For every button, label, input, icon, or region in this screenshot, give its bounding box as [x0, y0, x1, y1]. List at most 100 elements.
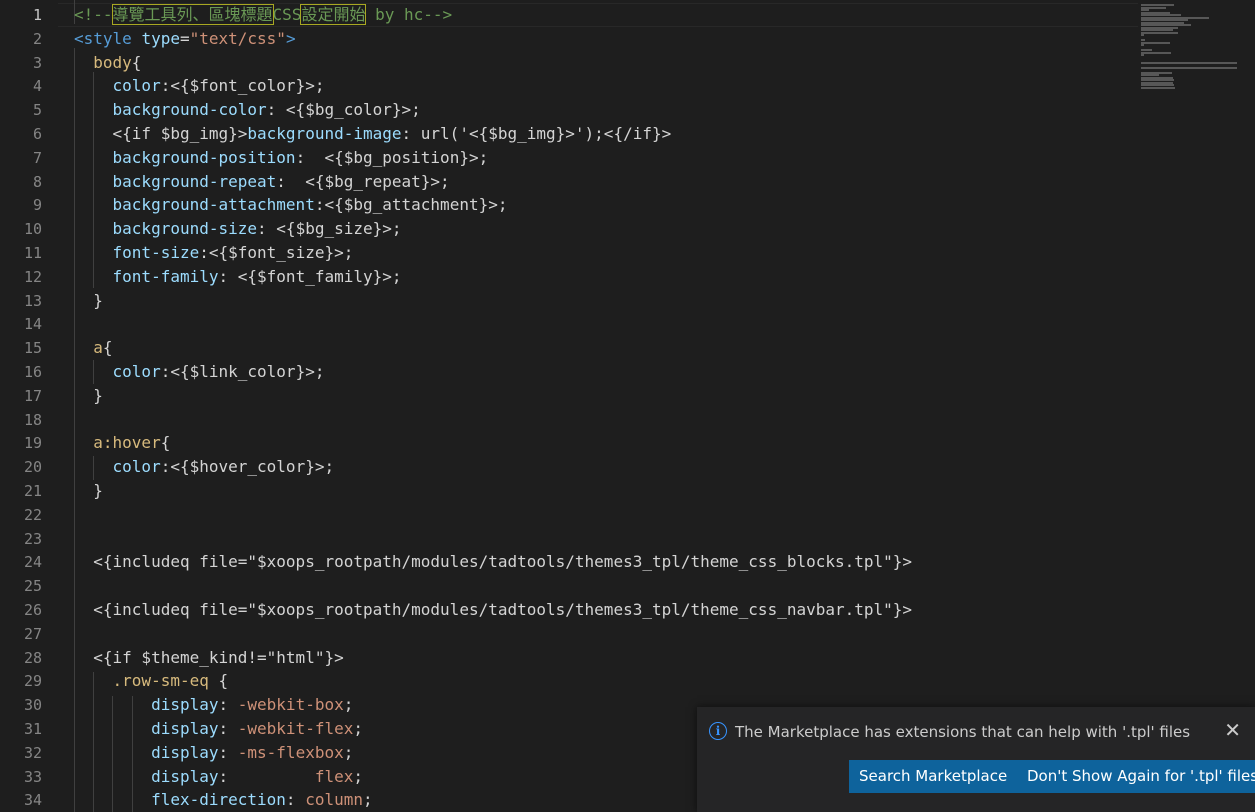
line-number: 13 [23, 291, 42, 310]
line-number: 30 [23, 696, 42, 715]
code-line[interactable]: <{includeq file="$xoops_rootpath/modules… [74, 598, 912, 622]
line-number: 16 [23, 363, 42, 381]
line-number: 10 [23, 220, 42, 239]
code-line[interactable]: background-size: <{$bg_size}>; [74, 217, 402, 241]
code-token: display [151, 719, 219, 738]
code-token: : url('<{$bg_img}>');<{/if}> [401, 124, 672, 143]
code-token: background-size [112, 219, 258, 239]
code-token: display [151, 695, 219, 715]
code-line[interactable]: color:<{$font_color}>; [74, 74, 325, 98]
code-token: <{if $bg_img}> [74, 124, 248, 143]
code-line[interactable]: <{if $theme_kind!="html"}> [74, 646, 344, 670]
code-token: <style [74, 28, 132, 48]
code-line[interactable]: color:<{$hover_color}>; [74, 455, 335, 479]
line-number: 21 [23, 482, 42, 500]
line-number: 19 [23, 434, 42, 453]
line-number: 9 [32, 196, 42, 215]
code-editor[interactable]: 1 2 3 4 5 6 7 8 9 10 11 12 13 14 15 16 17 18 19 20 21 22 23 24 2… [0, 0, 1255, 812]
code-token: { [131, 52, 142, 72]
search-marketplace-button[interactable]: Search Marketplace [849, 760, 1018, 793]
code-token: font-size [112, 243, 200, 262]
code-line[interactable]: color:<{$link_color}>; [74, 360, 325, 384]
minimap-line [1141, 31, 1179, 34]
code-line[interactable]: } [74, 384, 103, 408]
code-token: font-family [112, 266, 219, 286]
line-number: 14 [23, 315, 42, 334]
line-number: 34 [23, 791, 42, 810]
code-line[interactable]: } [74, 479, 103, 503]
code-line[interactable]: .row-sm-eq { [74, 669, 229, 693]
code-token: <{if $theme_kind!="html"}> [74, 647, 344, 667]
code-line[interactable]: body{ [74, 51, 141, 75]
code-line[interactable]: display: -ms-flexbox; [74, 741, 353, 765]
code-token: : <{$bg_repeat}>; [276, 171, 450, 191]
code-line[interactable]: a:hover{ [74, 431, 170, 455]
code-line[interactable]: display: -webkit-box; [74, 693, 353, 717]
code-token: column [305, 790, 363, 810]
line-number: 6 [32, 125, 42, 143]
minimap-line [1141, 34, 1145, 36]
code-area[interactable]: <!--導覽工具列、區塊標題CSS設定開始 by hc--> <style typ… [74, 0, 1135, 812]
code-token: } [74, 481, 103, 500]
code-token: a:hover [93, 433, 161, 453]
code-token: { [208, 671, 229, 691]
line-number: 1 [32, 6, 42, 24]
line-number: 2 [32, 29, 42, 48]
code-token: 導覽工具列、區塊標題 [111, 4, 274, 25]
code-token: : <{$font_family}>; [218, 266, 402, 286]
minimap-line [1141, 66, 1237, 69]
minimap-line [1141, 61, 1237, 64]
code-line[interactable]: font-family: <{$font_family}>; [74, 265, 402, 289]
code-line[interactable]: font-size:<{$font_size}>; [74, 241, 354, 265]
line-number: 26 [23, 601, 42, 619]
code-token: -webkit-flex [237, 719, 354, 738]
code-token: color [112, 76, 161, 96]
code-token: display [151, 742, 219, 762]
code-line[interactable]: flex-direction: column; [74, 788, 373, 812]
code-token: : [218, 695, 238, 715]
code-line[interactable]: <{if $bg_img}>background-image: url('<{$… [74, 122, 672, 146]
code-line[interactable]: a{ [74, 336, 112, 360]
code-line[interactable]: background-repeat: <{$bg_repeat}>; [74, 170, 450, 194]
dont-show-again-button[interactable]: Don't Show Again for '.tpl' files [1017, 760, 1255, 793]
code-token: <{includeq file="$xoops_rootpath/modules… [74, 600, 913, 619]
code-line[interactable]: background-attachment:<{$bg_attachment}>… [74, 193, 508, 217]
minimap[interactable] [1141, 0, 1247, 92]
line-number: 23 [23, 529, 42, 548]
code-token: by hc--> [365, 5, 453, 24]
code-token: background-position [112, 147, 296, 167]
code-line[interactable]: } [74, 289, 103, 313]
code-line[interactable]: background-color: <{$bg_color}>; [74, 98, 421, 122]
code-line[interactable]: <!--導覽工具列、區塊標題CSS設定開始 by hc--> [74, 3, 452, 27]
code-token: :<{$hover_color}>; [160, 457, 335, 477]
line-number: 12 [23, 267, 42, 286]
code-line[interactable]: display: flex; [74, 765, 363, 789]
code-line[interactable]: display: -webkit-flex; [74, 717, 363, 741]
line-number: 4 [32, 77, 42, 96]
close-icon[interactable]: ✕ [1224, 720, 1241, 740]
code-token: ; [362, 790, 373, 810]
code-line[interactable]: background-position: <{$bg_position}>; [74, 146, 489, 170]
line-number: 3 [32, 53, 42, 72]
code-line[interactable]: <{includeq file="$xoops_rootpath/modules… [74, 550, 912, 574]
marketplace-notification: i The Marketplace has extensions that ca… [697, 707, 1255, 812]
code-token: display [151, 766, 219, 786]
notification-message: The Marketplace has extensions that can … [735, 723, 1191, 741]
code-line[interactable]: <style type="text/css"> [74, 27, 296, 51]
line-number: 33 [23, 767, 42, 786]
code-token: ; [343, 742, 354, 762]
